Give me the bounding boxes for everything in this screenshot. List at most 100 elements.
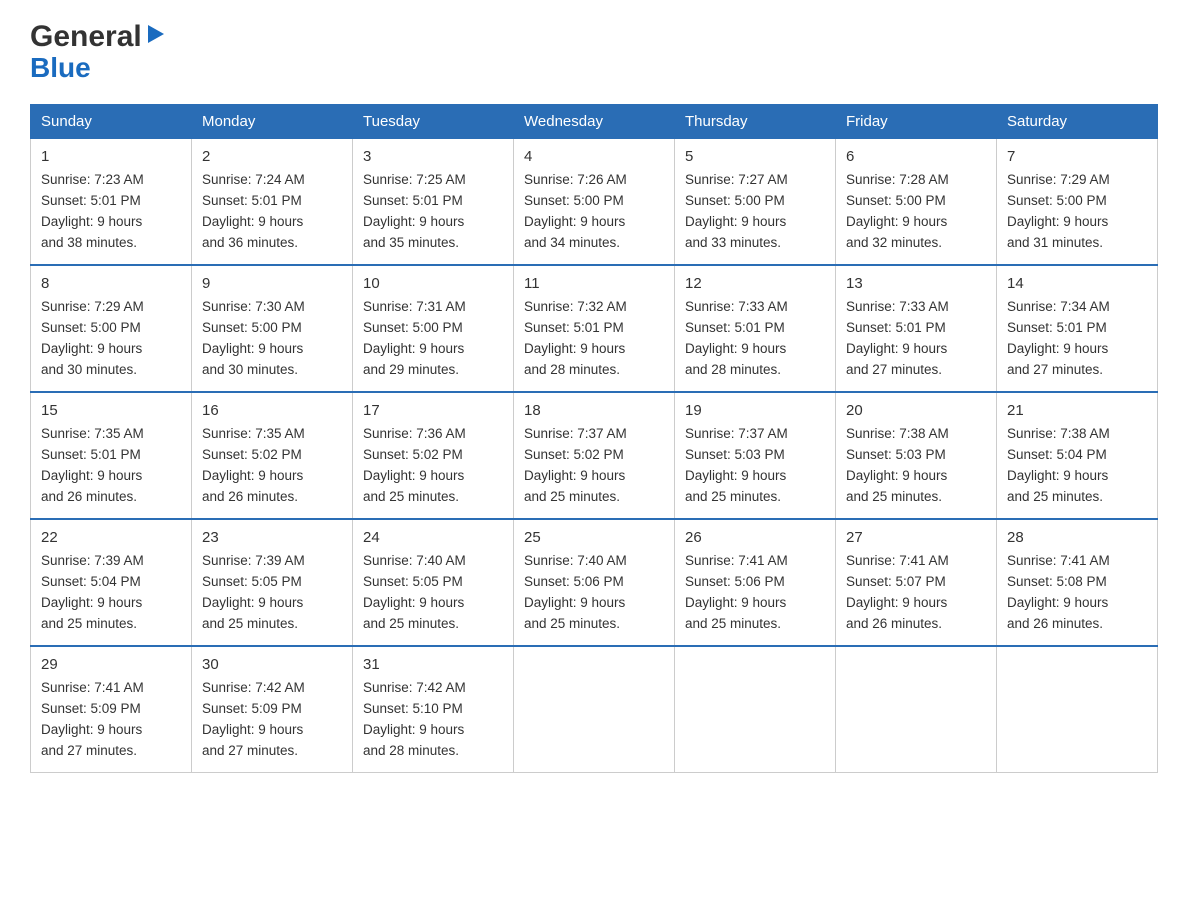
calendar-cell: 27 Sunrise: 7:41 AM Sunset: 5:07 PM Dayl…: [836, 519, 997, 646]
day-number: 29: [41, 653, 181, 676]
sunset-info: Sunset: 5:06 PM: [685, 574, 785, 589]
calendar-cell: 24 Sunrise: 7:40 AM Sunset: 5:05 PM Dayl…: [353, 519, 514, 646]
calendar-cell: 22 Sunrise: 7:39 AM Sunset: 5:04 PM Dayl…: [31, 519, 192, 646]
sunrise-info: Sunrise: 7:41 AM: [1007, 553, 1110, 568]
sunset-info: Sunset: 5:09 PM: [202, 701, 302, 716]
day-number: 20: [846, 399, 986, 422]
sunrise-info: Sunrise: 7:37 AM: [524, 426, 627, 441]
sunset-info: Sunset: 5:00 PM: [1007, 193, 1107, 208]
daylight-cont: and 36 minutes.: [202, 235, 298, 250]
daylight-info: Daylight: 9 hours: [846, 468, 947, 483]
sunrise-info: Sunrise: 7:40 AM: [363, 553, 466, 568]
sunset-info: Sunset: 5:00 PM: [41, 320, 141, 335]
sunrise-info: Sunrise: 7:24 AM: [202, 172, 305, 187]
calendar-cell: 2 Sunrise: 7:24 AM Sunset: 5:01 PM Dayli…: [192, 139, 353, 265]
calendar-cell: 5 Sunrise: 7:27 AM Sunset: 5:00 PM Dayli…: [675, 139, 836, 265]
logo-blue-text: Blue: [30, 52, 91, 84]
daylight-cont: and 30 minutes.: [202, 362, 298, 377]
calendar-cell: 15 Sunrise: 7:35 AM Sunset: 5:01 PM Dayl…: [31, 392, 192, 519]
day-number: 31: [363, 653, 503, 676]
daylight-info: Daylight: 9 hours: [202, 214, 303, 229]
sunset-info: Sunset: 5:05 PM: [363, 574, 463, 589]
daylight-cont: and 28 minutes.: [685, 362, 781, 377]
daylight-info: Daylight: 9 hours: [685, 468, 786, 483]
daylight-info: Daylight: 9 hours: [41, 214, 142, 229]
daylight-info: Daylight: 9 hours: [524, 468, 625, 483]
day-number: 26: [685, 526, 825, 549]
sunrise-info: Sunrise: 7:41 AM: [41, 680, 144, 695]
calendar-cell: 12 Sunrise: 7:33 AM Sunset: 5:01 PM Dayl…: [675, 265, 836, 392]
calendar-cell: [997, 646, 1158, 772]
day-number: 28: [1007, 526, 1147, 549]
sunset-info: Sunset: 5:03 PM: [685, 447, 785, 462]
sunrise-info: Sunrise: 7:41 AM: [846, 553, 949, 568]
calendar-cell: 3 Sunrise: 7:25 AM Sunset: 5:01 PM Dayli…: [353, 139, 514, 265]
daylight-info: Daylight: 9 hours: [846, 214, 947, 229]
daylight-info: Daylight: 9 hours: [202, 468, 303, 483]
weekday-header-tuesday: Tuesday: [353, 105, 514, 139]
sunset-info: Sunset: 5:01 PM: [363, 193, 463, 208]
sunset-info: Sunset: 5:01 PM: [1007, 320, 1107, 335]
daylight-cont: and 31 minutes.: [1007, 235, 1103, 250]
calendar-cell: 25 Sunrise: 7:40 AM Sunset: 5:06 PM Dayl…: [514, 519, 675, 646]
weekday-header-monday: Monday: [192, 105, 353, 139]
day-number: 23: [202, 526, 342, 549]
daylight-info: Daylight: 9 hours: [685, 214, 786, 229]
calendar-header: SundayMondayTuesdayWednesdayThursdayFrid…: [31, 105, 1158, 139]
sunrise-info: Sunrise: 7:31 AM: [363, 299, 466, 314]
daylight-cont: and 33 minutes.: [685, 235, 781, 250]
sunset-info: Sunset: 5:04 PM: [41, 574, 141, 589]
sunrise-info: Sunrise: 7:38 AM: [846, 426, 949, 441]
calendar-cell: 14 Sunrise: 7:34 AM Sunset: 5:01 PM Dayl…: [997, 265, 1158, 392]
sunset-info: Sunset: 5:08 PM: [1007, 574, 1107, 589]
logo: General Blue: [30, 20, 166, 84]
calendar-cell: 8 Sunrise: 7:29 AM Sunset: 5:00 PM Dayli…: [31, 265, 192, 392]
calendar-cell: 18 Sunrise: 7:37 AM Sunset: 5:02 PM Dayl…: [514, 392, 675, 519]
daylight-info: Daylight: 9 hours: [685, 341, 786, 356]
day-number: 11: [524, 272, 664, 295]
sunset-info: Sunset: 5:04 PM: [1007, 447, 1107, 462]
sunrise-info: Sunrise: 7:33 AM: [685, 299, 788, 314]
day-number: 22: [41, 526, 181, 549]
sunrise-info: Sunrise: 7:36 AM: [363, 426, 466, 441]
day-number: 14: [1007, 272, 1147, 295]
daylight-cont: and 28 minutes.: [524, 362, 620, 377]
sunrise-info: Sunrise: 7:40 AM: [524, 553, 627, 568]
calendar-cell: 28 Sunrise: 7:41 AM Sunset: 5:08 PM Dayl…: [997, 519, 1158, 646]
calendar-cell: 30 Sunrise: 7:42 AM Sunset: 5:09 PM Dayl…: [192, 646, 353, 772]
calendar-cell: 4 Sunrise: 7:26 AM Sunset: 5:00 PM Dayli…: [514, 139, 675, 265]
weekday-header-thursday: Thursday: [675, 105, 836, 139]
calendar-cell: 31 Sunrise: 7:42 AM Sunset: 5:10 PM Dayl…: [353, 646, 514, 772]
daylight-info: Daylight: 9 hours: [1007, 214, 1108, 229]
page-header: General Blue: [30, 20, 1158, 84]
day-number: 8: [41, 272, 181, 295]
daylight-info: Daylight: 9 hours: [202, 722, 303, 737]
calendar-cell: 16 Sunrise: 7:35 AM Sunset: 5:02 PM Dayl…: [192, 392, 353, 519]
calendar-cell: 17 Sunrise: 7:36 AM Sunset: 5:02 PM Dayl…: [353, 392, 514, 519]
calendar-cell: 29 Sunrise: 7:41 AM Sunset: 5:09 PM Dayl…: [31, 646, 192, 772]
day-number: 21: [1007, 399, 1147, 422]
sunset-info: Sunset: 5:01 PM: [41, 447, 141, 462]
daylight-info: Daylight: 9 hours: [524, 214, 625, 229]
day-number: 4: [524, 145, 664, 168]
daylight-cont: and 25 minutes.: [846, 489, 942, 504]
daylight-info: Daylight: 9 hours: [202, 595, 303, 610]
calendar-week-row: 8 Sunrise: 7:29 AM Sunset: 5:00 PM Dayli…: [31, 265, 1158, 392]
sunrise-info: Sunrise: 7:39 AM: [41, 553, 144, 568]
daylight-info: Daylight: 9 hours: [363, 722, 464, 737]
sunset-info: Sunset: 5:02 PM: [363, 447, 463, 462]
sunrise-info: Sunrise: 7:27 AM: [685, 172, 788, 187]
sunrise-info: Sunrise: 7:23 AM: [41, 172, 144, 187]
daylight-info: Daylight: 9 hours: [363, 214, 464, 229]
sunrise-info: Sunrise: 7:29 AM: [41, 299, 144, 314]
sunset-info: Sunset: 5:01 PM: [202, 193, 302, 208]
sunrise-info: Sunrise: 7:28 AM: [846, 172, 949, 187]
day-number: 10: [363, 272, 503, 295]
logo-arrow-icon: [144, 23, 166, 50]
weekday-header-wednesday: Wednesday: [514, 105, 675, 139]
calendar-cell: [514, 646, 675, 772]
sunrise-info: Sunrise: 7:33 AM: [846, 299, 949, 314]
day-number: 27: [846, 526, 986, 549]
sunrise-info: Sunrise: 7:32 AM: [524, 299, 627, 314]
weekday-header-friday: Friday: [836, 105, 997, 139]
